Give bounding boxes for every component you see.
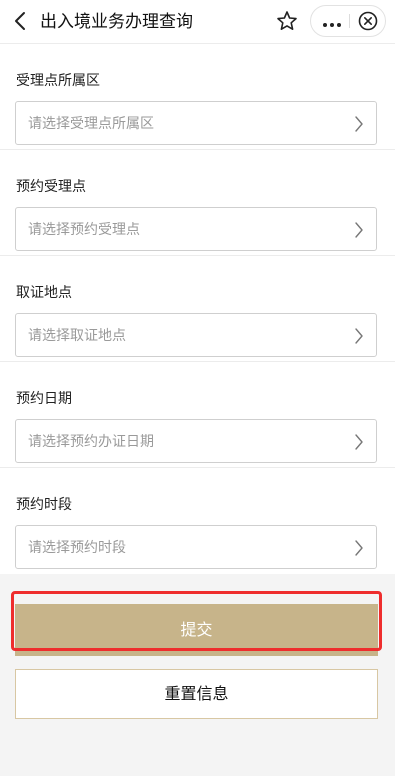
field-label: 受理点所属区 — [16, 73, 100, 89]
select-placeholder: 请选择受理点所属区 — [28, 116, 154, 132]
submit-button[interactable]: 提交 — [15, 604, 378, 656]
page-title: 出入境业务办理查询 — [40, 12, 193, 32]
select-placeholder: 请选择取证地点 — [28, 328, 126, 344]
time-slot-select[interactable]: 请选择预约时段 — [15, 525, 377, 569]
office-select[interactable]: 请选择预约受理点 — [15, 207, 377, 251]
form-actions: 提交 重置信息 — [0, 574, 395, 764]
field-label: 预约受理点 — [16, 179, 86, 195]
select-placeholder: 请选择预约时段 — [28, 540, 126, 556]
pickup-location-select[interactable]: 请选择取证地点 — [15, 313, 377, 357]
district-select[interactable]: 请选择受理点所属区 — [15, 101, 377, 145]
field-office: 预约受理点 请选择预约受理点 — [0, 150, 395, 256]
chevron-right-icon — [355, 540, 363, 556]
date-select[interactable]: 请选择预约办证日期 — [15, 419, 377, 463]
chevron-right-icon — [355, 328, 363, 344]
appointment-form: 受理点所属区 请选择受理点所属区 预约受理点 请选择预约受理点 取证地点 请选择… — [0, 44, 395, 574]
back-button[interactable] — [10, 8, 32, 34]
close-circle-icon — [358, 11, 378, 31]
chevron-right-icon — [355, 434, 363, 450]
field-district: 受理点所属区 请选择受理点所属区 — [0, 44, 395, 150]
favorite-button[interactable] — [275, 9, 299, 33]
capsule-divider — [349, 14, 350, 28]
field-label: 取证地点 — [16, 285, 72, 301]
field-date: 预约日期 请选择预约办证日期 — [0, 362, 395, 468]
chevron-right-icon — [355, 116, 363, 132]
field-time-slot: 预约时段 请选择预约时段 — [0, 468, 395, 574]
navigation-bar: 出入境业务办理查询 — [0, 0, 395, 44]
select-placeholder: 请选择预约受理点 — [28, 222, 140, 238]
more-dots-icon — [322, 12, 343, 31]
star-icon — [277, 11, 297, 31]
chevron-right-icon — [355, 222, 363, 238]
more-button[interactable] — [317, 6, 347, 36]
field-label: 预约时段 — [16, 497, 72, 513]
select-placeholder: 请选择预约办证日期 — [28, 434, 154, 450]
mini-program-capsule — [310, 5, 386, 37]
close-button[interactable] — [356, 9, 380, 33]
chevron-left-icon — [15, 12, 25, 30]
field-pickup-location: 取证地点 请选择取证地点 — [0, 256, 395, 362]
reset-button[interactable]: 重置信息 — [15, 669, 378, 719]
field-label: 预约日期 — [16, 391, 72, 407]
